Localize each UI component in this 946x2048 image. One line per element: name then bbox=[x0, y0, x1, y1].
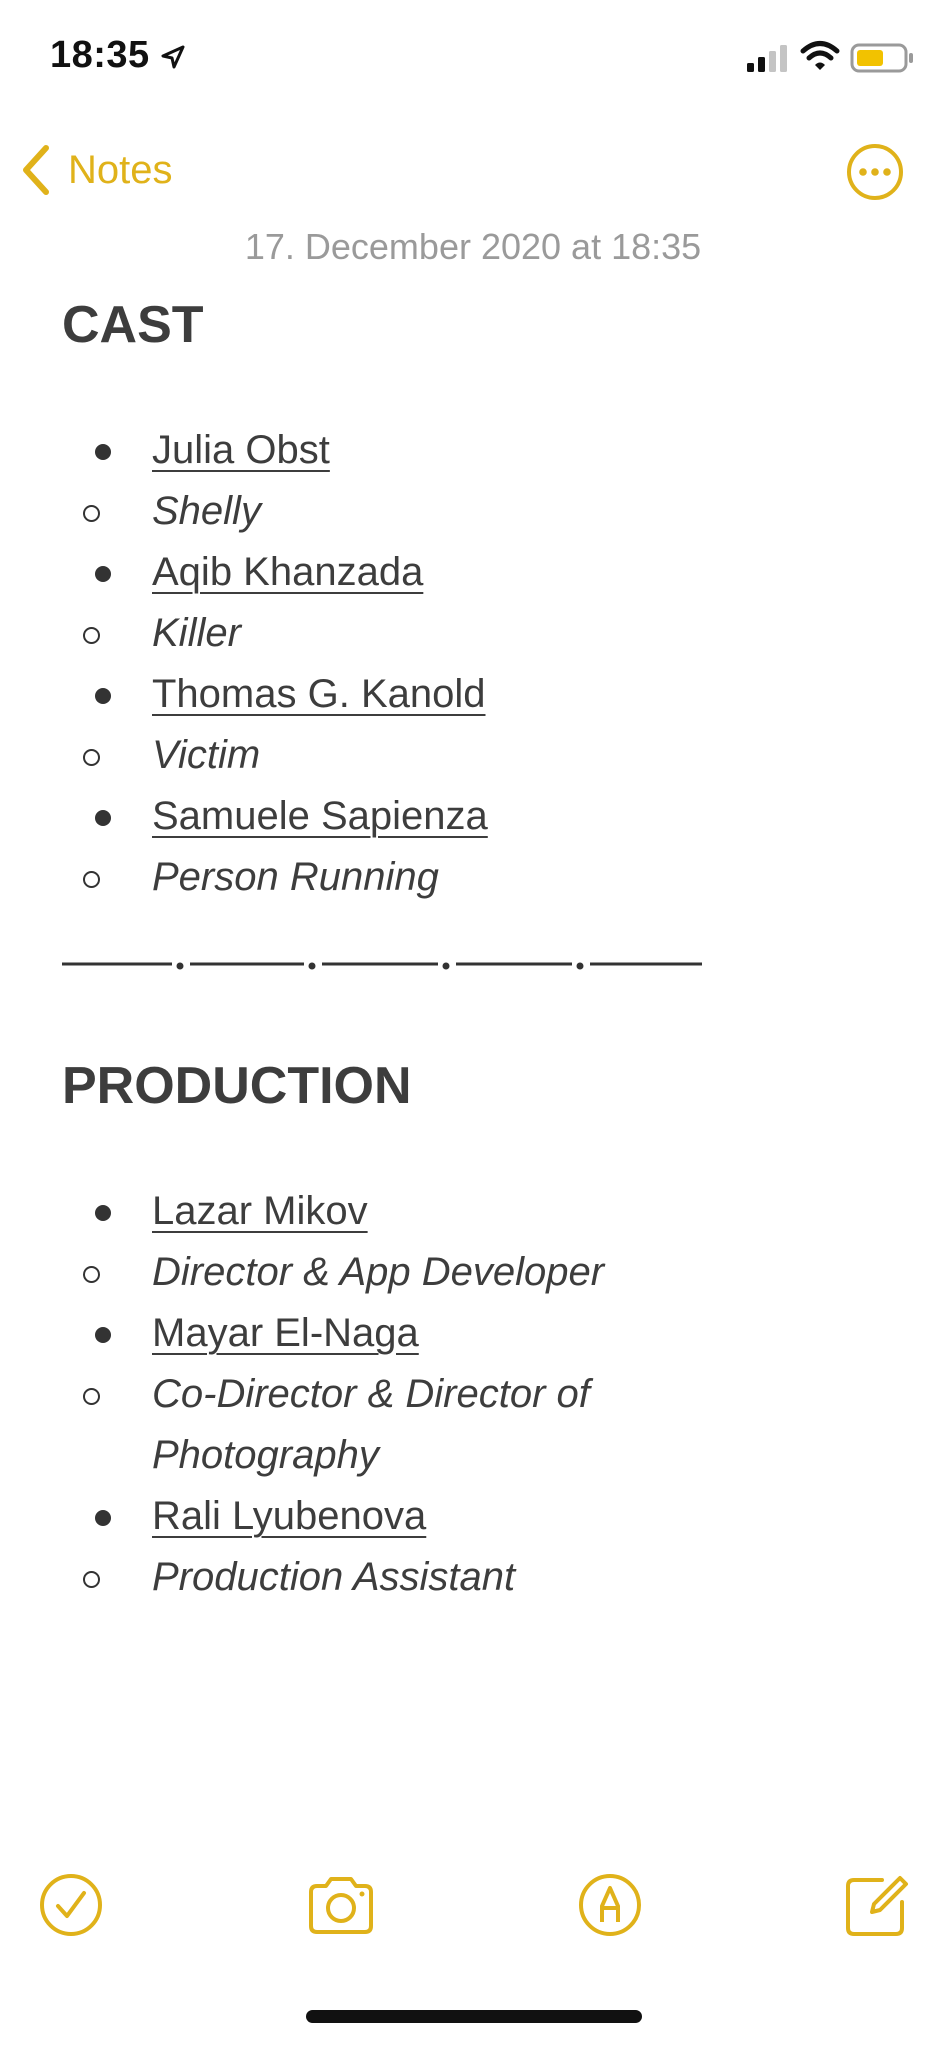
person-name: Lazar Mikov bbox=[152, 1189, 368, 1233]
location-arrow-icon bbox=[161, 45, 185, 69]
role-line: Photography bbox=[152, 1433, 379, 1477]
person-name: Aqib Khanzada bbox=[152, 550, 424, 594]
list-item: Mayar El-Naga bbox=[62, 1303, 922, 1364]
role-item: Co-Director & Director of Photography bbox=[62, 1364, 922, 1486]
dotted-divider bbox=[62, 962, 702, 970]
note-date: 17. December 2020 at 18:35 bbox=[244, 226, 702, 267]
status-time: 18:35 bbox=[50, 34, 150, 76]
back-button[interactable]: Notes bbox=[18, 140, 173, 200]
cast-heading: CAST bbox=[62, 296, 204, 354]
list-item: Aqib Khanzada bbox=[62, 542, 922, 603]
cast-list: Julia Obst Shelly Aqib Khanzada Killer T… bbox=[62, 420, 922, 908]
list-item: Thomas G. Kanold bbox=[62, 664, 922, 725]
role-item: Director & App Developer bbox=[62, 1242, 922, 1303]
wifi-icon bbox=[800, 41, 840, 70]
compose-icon[interactable] bbox=[842, 1870, 912, 1940]
checkmark-circle-icon[interactable] bbox=[36, 1870, 106, 1940]
production-list: Lazar Mikov Director & App Developer May… bbox=[62, 1181, 922, 1608]
role-line: Co-Director & Director of bbox=[152, 1372, 590, 1416]
role-item: Killer bbox=[62, 603, 922, 664]
person-name: Julia Obst bbox=[152, 428, 330, 472]
role-item: Victim bbox=[62, 725, 922, 786]
role-item: Shelly bbox=[62, 481, 922, 542]
status-bar: 18:35 bbox=[0, 0, 946, 110]
navigation-bar: Notes bbox=[0, 130, 946, 210]
production-heading: PRODUCTION bbox=[62, 1057, 412, 1115]
chevron-left-icon bbox=[23, 145, 49, 195]
cellular-signal-icon bbox=[747, 45, 787, 72]
pen-circle-icon[interactable] bbox=[575, 1870, 645, 1940]
bottom-toolbar bbox=[0, 1870, 946, 1940]
back-label: Notes bbox=[68, 147, 173, 192]
list-item: Lazar Mikov bbox=[62, 1181, 922, 1242]
list-item: Julia Obst bbox=[62, 420, 922, 481]
list-item: Rali Lyubenova bbox=[62, 1486, 922, 1547]
list-item: Samuele Sapienza bbox=[62, 786, 922, 847]
battery-icon bbox=[850, 43, 913, 73]
person-name: Samuele Sapienza bbox=[152, 794, 488, 838]
camera-icon[interactable] bbox=[306, 1870, 376, 1940]
role-item: Production Assistant bbox=[62, 1547, 922, 1608]
note-body[interactable]: CAST Julia Obst Shelly Aqib Khanzada Kil… bbox=[62, 290, 922, 1608]
person-name: Mayar El-Naga bbox=[152, 1311, 419, 1355]
home-indicator[interactable] bbox=[306, 2010, 642, 2023]
role-item: Person Running bbox=[62, 847, 922, 908]
person-name: Thomas G. Kanold bbox=[152, 672, 486, 716]
ellipsis-circle-icon[interactable] bbox=[846, 143, 904, 201]
person-name: Rali Lyubenova bbox=[152, 1494, 427, 1538]
